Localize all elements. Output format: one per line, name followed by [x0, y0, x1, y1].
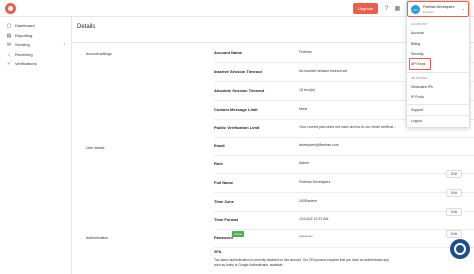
row-value: US/Eastern	[299, 199, 317, 203]
divider	[407, 115, 469, 116]
row-value: developers@fivetran.com	[299, 143, 339, 147]
sidebar-item-label: Reporting	[15, 33, 33, 38]
row-value: Fivetran	[299, 50, 312, 54]
row-label: Email	[214, 143, 225, 148]
edit-time-zone-button[interactable]: Edit	[446, 189, 462, 197]
section-account-settings: Account settings	[86, 52, 112, 56]
row-value: Admin	[299, 161, 309, 165]
row-label: Inactive Session Timeout	[214, 69, 262, 74]
row-label: Time Zone	[214, 199, 234, 204]
upgrade-button[interactable]: Upgrade	[353, 3, 378, 14]
password-row: Password **********	[214, 230, 474, 248]
sidebar-item-label: Dashboard	[15, 23, 35, 28]
divider	[407, 72, 469, 73]
edit-password-button[interactable]: Edit	[446, 230, 462, 238]
dashboard-icon: ▢	[6, 22, 12, 29]
avatar: FD	[411, 5, 420, 14]
sidebar-item-label: Sending	[15, 42, 30, 47]
menu-item-billing[interactable]: Billing	[411, 42, 420, 46]
account-org: Fivetran	[423, 10, 434, 14]
sidebar: ▢ Dashboard ▤ Reporting ✉ Sending › ↓ Re…	[0, 17, 72, 274]
help-icon[interactable]: ?	[382, 4, 391, 13]
full-name-row: Full Name Fivetran Developers	[214, 175, 474, 193]
menu-item-ip-pools[interactable]: IP Pools	[411, 95, 424, 99]
chevron-right-icon: ›	[63, 41, 65, 48]
receiving-icon: ↓	[7, 51, 11, 58]
sidebar-item-reporting[interactable]: ▤ Reporting	[0, 31, 72, 40]
sending-icon: ✉	[6, 41, 12, 48]
row-value: Fivetran Developers	[299, 180, 331, 184]
chevron-down-icon: ⌄	[461, 6, 465, 11]
menu-item-dedicated-ips[interactable]: Dedicated IPs	[411, 85, 433, 89]
row-label: Role	[214, 161, 223, 166]
menu-item-support[interactable]: Support	[411, 108, 423, 112]
account-dropdown-menu: FD Fivetran Developers Fivetran ⌄ ACCOUN…	[406, 0, 470, 128]
section-user-details: User details	[86, 146, 105, 150]
logo-icon[interactable]	[5, 3, 16, 14]
lifebuoy-icon	[454, 243, 466, 255]
verifications-icon: ✓	[6, 60, 12, 67]
menu-section-settings: SETTINGS	[411, 76, 428, 80]
reporting-icon: ▤	[6, 32, 12, 39]
status-badge: Active	[232, 231, 245, 237]
sidebar-item-label: Receiving	[15, 52, 33, 57]
menu-section-account: ACCOUNT	[411, 22, 428, 26]
menu-item-api-keys[interactable]: API Keys	[411, 62, 425, 66]
grid-icon[interactable]: ▦	[393, 4, 402, 13]
role-row: Role Admin	[214, 156, 474, 174]
tfa-label: 2FA	[214, 249, 222, 254]
help-chat-button[interactable]	[450, 239, 470, 259]
row-label: Password	[214, 235, 233, 240]
account-switcher[interactable]: FD Fivetran Developers Fivetran ⌄	[407, 1, 469, 17]
row-label: Custom Message Limit	[214, 107, 258, 112]
divider	[407, 104, 469, 105]
sidebar-item-sending[interactable]: ✉ Sending ›	[0, 40, 72, 49]
row-label: Absolute Session Timeout	[214, 88, 265, 93]
page-title: Details	[77, 24, 96, 30]
row-value: None	[299, 107, 308, 111]
row-label: Full Name	[214, 180, 234, 185]
sidebar-item-verifications[interactable]: ✓ Verifications	[0, 59, 72, 68]
row-value: 12/14/22 12:37 AM	[299, 217, 329, 221]
email-row: Email developers@fivetran.com	[214, 138, 474, 156]
row-value: No inactive session timeout set	[299, 69, 348, 73]
row-value: **********	[299, 235, 313, 239]
sidebar-item-receiving[interactable]: ↓ Receiving	[0, 50, 72, 59]
time-format-row: Time Format 12/14/22 12:37 AM	[214, 212, 474, 230]
row-value: 18 hour(s)	[299, 88, 315, 92]
edit-time-format-button[interactable]: Edit	[446, 208, 462, 216]
menu-item-logout[interactable]: Logout	[411, 119, 422, 123]
account-name: Fivetran Developers	[423, 5, 455, 9]
sidebar-item-dashboard[interactable]: ▢ Dashboard	[0, 21, 72, 30]
row-value: Your current plan does not have access t…	[299, 125, 396, 129]
row-label: Public Verification Limit	[214, 125, 260, 130]
row-label: Account Name	[214, 50, 243, 55]
edit-full-name-button[interactable]: Edit	[446, 170, 462, 178]
row-label: Time Format	[214, 217, 238, 222]
top-bar: Upgrade ? ▦	[0, 0, 474, 17]
time-zone-row: Time Zone US/Eastern	[214, 194, 474, 212]
sidebar-item-label: Verifications	[15, 61, 37, 66]
menu-item-security[interactable]: Security	[411, 52, 424, 56]
tfa-description-2: such as Authy or Google Authenticator, a…	[214, 263, 283, 267]
section-authentication: Authentication	[86, 236, 109, 240]
menu-item-account[interactable]: Account	[411, 31, 424, 35]
tfa-description: Two-factor authentication is currently d…	[214, 258, 390, 262]
